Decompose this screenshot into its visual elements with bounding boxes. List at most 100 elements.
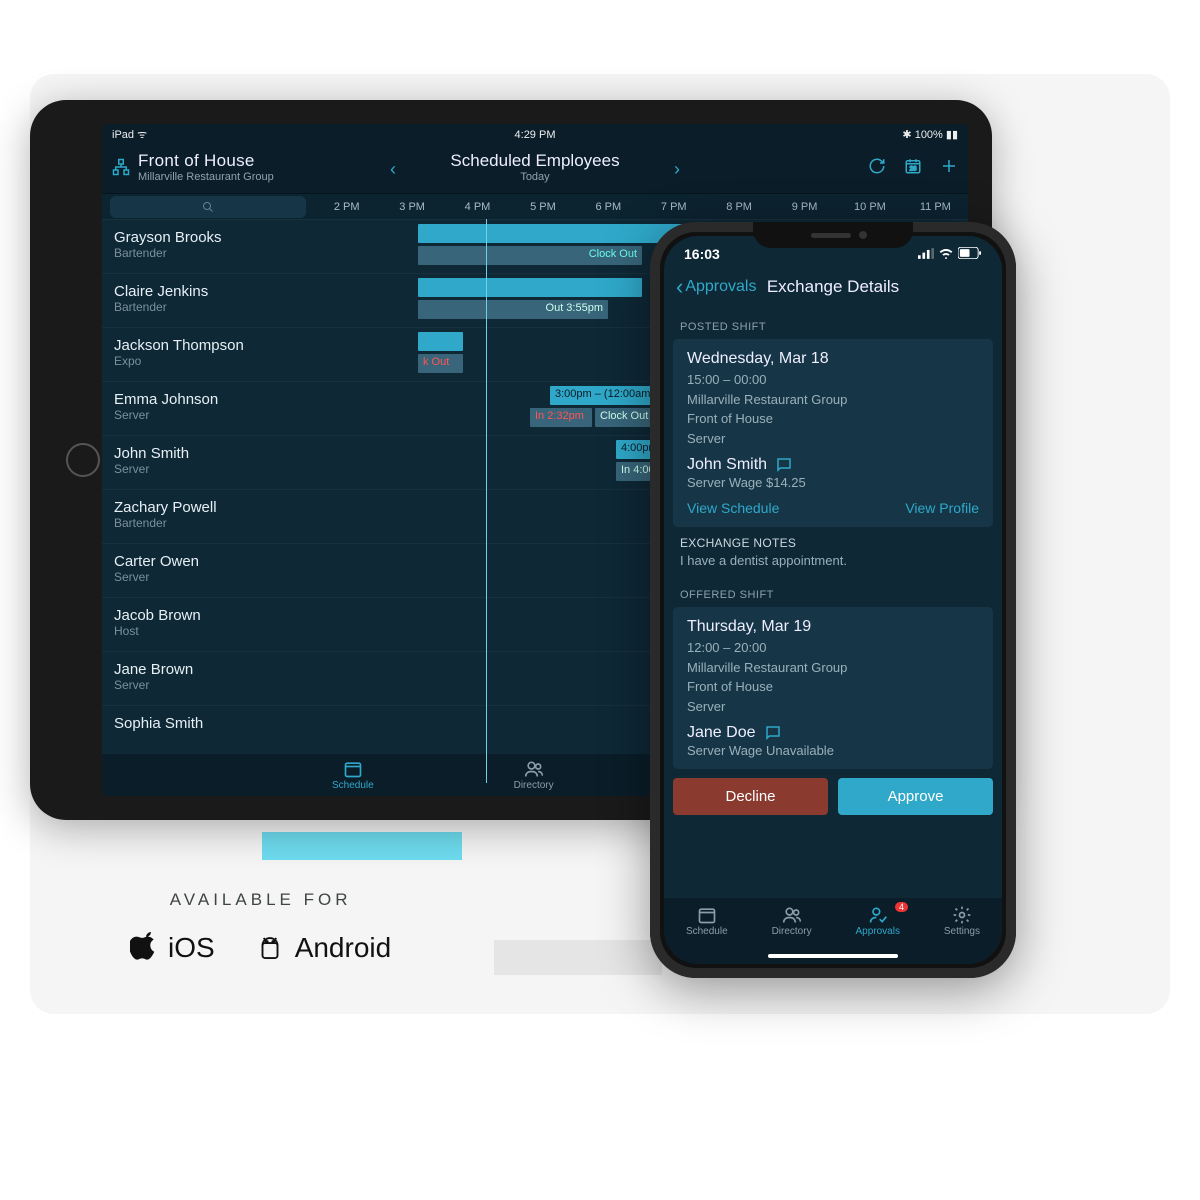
employee-role: Expo xyxy=(114,354,302,368)
employee-name: Carter Owen xyxy=(114,553,302,570)
hour-label: 5 PM xyxy=(510,201,575,213)
posted-shift-card: Wednesday, Mar 18 15:00 – 00:00 Millarvi… xyxy=(673,339,993,527)
ipad-status-left: iPad ᯤ xyxy=(112,127,147,142)
now-indicator xyxy=(486,219,487,783)
android-icon xyxy=(255,932,285,964)
tab-settings[interactable]: Settings xyxy=(944,905,980,937)
svg-text:26: 26 xyxy=(910,166,917,172)
android-label: Android xyxy=(295,932,392,964)
hour-label: 3 PM xyxy=(379,201,444,213)
badge: 4 xyxy=(895,902,908,912)
decor-strip xyxy=(262,832,462,860)
iphone-header: ‹ Approvals Exchange Details xyxy=(664,262,1002,310)
ipad-status-time: 4:29 PM xyxy=(515,129,556,141)
offered-role: Server xyxy=(687,697,979,717)
ios-platform[interactable]: iOS xyxy=(130,932,215,964)
timeline-header: 2 PM3 PM4 PM5 PM6 PM7 PM8 PM9 PM10 PM11 … xyxy=(102,193,968,219)
posted-time: 15:00 – 00:00 xyxy=(687,370,979,390)
employee-name: Sophia Smith xyxy=(114,715,302,732)
iphone-frame: 16:03 ‹ Approvals Exchange Details POSTE… xyxy=(650,222,1016,978)
posted-role: Server xyxy=(687,429,979,449)
available-label: AVAILABLE FOR xyxy=(130,890,391,910)
employee-role: Bartender xyxy=(114,246,302,260)
shift-bar[interactable]: Clock Out xyxy=(418,246,642,265)
org-subtitle: Millarville Restaurant Group xyxy=(138,171,274,183)
hour-label: 10 PM xyxy=(837,201,902,213)
employee-role: Server xyxy=(114,678,302,692)
refresh-icon[interactable] xyxy=(868,157,886,178)
shift-bar[interactable] xyxy=(418,278,642,297)
next-day-icon[interactable]: › xyxy=(674,159,680,180)
header-center-title: Scheduled Employees xyxy=(394,151,676,171)
hour-label: 11 PM xyxy=(903,201,968,213)
action-buttons: Decline Approve xyxy=(664,778,1002,823)
shift-bar[interactable]: In 2:32pm xyxy=(530,408,592,427)
hour-label: 4 PM xyxy=(445,201,510,213)
ios-label: iOS xyxy=(168,932,215,964)
iphone-time: 16:03 xyxy=(684,246,720,262)
hour-label: 6 PM xyxy=(576,201,641,213)
offered-dept: Front of House xyxy=(687,677,979,697)
employee-name: Jane Brown xyxy=(114,661,302,678)
employee-name: Zachary Powell xyxy=(114,499,302,516)
available-for: AVAILABLE FOR iOS Android xyxy=(130,890,391,964)
employee-role: Host xyxy=(114,624,302,638)
employee-name: Claire Jenkins xyxy=(114,283,302,300)
shift-bar[interactable]: Out 3:55pm xyxy=(418,300,608,319)
posted-org: Millarville Restaurant Group xyxy=(687,390,979,410)
employee-role: Bartender xyxy=(114,516,302,530)
offered-time: 12:00 – 20:00 xyxy=(687,638,979,658)
ipad-home-button[interactable] xyxy=(66,443,100,477)
posted-employee: John Smith xyxy=(687,456,767,474)
tab-approvals[interactable]: Approvals4 xyxy=(855,905,899,937)
iphone-screen: 16:03 ‹ Approvals Exchange Details POSTE… xyxy=(664,236,1002,964)
offered-org: Millarville Restaurant Group xyxy=(687,658,979,678)
back-button[interactable]: ‹ Approvals xyxy=(676,274,756,300)
header-center-sub: Today xyxy=(394,171,676,183)
add-icon[interactable] xyxy=(940,157,958,178)
apple-icon xyxy=(130,932,158,964)
employee-role: Server xyxy=(114,408,302,422)
tab-directory[interactable]: Directory xyxy=(514,759,554,791)
offered-date: Thursday, Mar 19 xyxy=(687,618,979,636)
view-schedule-link[interactable]: View Schedule xyxy=(687,500,779,516)
org-tree-icon[interactable] xyxy=(112,158,130,176)
calendar-icon[interactable]: 26 xyxy=(904,157,922,178)
posted-shift-label: POSTED SHIFT xyxy=(664,310,1002,339)
iphone-status-icons xyxy=(918,246,982,262)
posted-dept: Front of House xyxy=(687,409,979,429)
view-profile-link[interactable]: View Profile xyxy=(905,500,979,516)
chat-icon[interactable] xyxy=(764,724,782,742)
hour-labels: 2 PM3 PM4 PM5 PM6 PM7 PM8 PM9 PM10 PM11 … xyxy=(314,194,968,219)
offered-wage: Server Wage Unavailable xyxy=(687,743,979,758)
android-platform[interactable]: Android xyxy=(255,932,392,964)
ipad-header: Front of House Millarville Restaurant Gr… xyxy=(102,145,968,193)
employee-name: Grayson Brooks xyxy=(114,229,302,246)
employee-name: Emma Johnson xyxy=(114,391,302,408)
search-input[interactable] xyxy=(110,196,306,218)
offered-shift-label: OFFERED SHIFT xyxy=(664,578,1002,607)
wifi-icon xyxy=(938,248,954,259)
hour-label: 9 PM xyxy=(772,201,837,213)
home-indicator[interactable] xyxy=(768,954,898,958)
prev-day-icon[interactable]: ‹ xyxy=(390,159,396,180)
approve-button[interactable]: Approve xyxy=(838,778,993,815)
page-title: Exchange Details xyxy=(767,277,899,297)
hour-label: 7 PM xyxy=(641,201,706,213)
tab-schedule[interactable]: Schedule xyxy=(332,759,374,791)
org-title: Front of House xyxy=(138,151,274,171)
offered-employee: Jane Doe xyxy=(687,724,756,742)
employee-role: Server xyxy=(114,570,302,584)
shift-bar[interactable]: k Out xyxy=(418,354,463,373)
hour-label: 8 PM xyxy=(706,201,771,213)
posted-date: Wednesday, Mar 18 xyxy=(687,350,979,368)
employee-name: Jacob Brown xyxy=(114,607,302,624)
tab-directory[interactable]: Directory xyxy=(772,905,812,937)
posted-wage: Server Wage $14.25 xyxy=(687,475,979,490)
decline-button[interactable]: Decline xyxy=(673,778,828,815)
employee-role: Bartender xyxy=(114,300,302,314)
chevron-left-icon: ‹ xyxy=(676,274,683,300)
shift-bar[interactable] xyxy=(418,332,463,351)
chat-icon[interactable] xyxy=(775,456,793,474)
tab-schedule[interactable]: Schedule xyxy=(686,905,728,937)
